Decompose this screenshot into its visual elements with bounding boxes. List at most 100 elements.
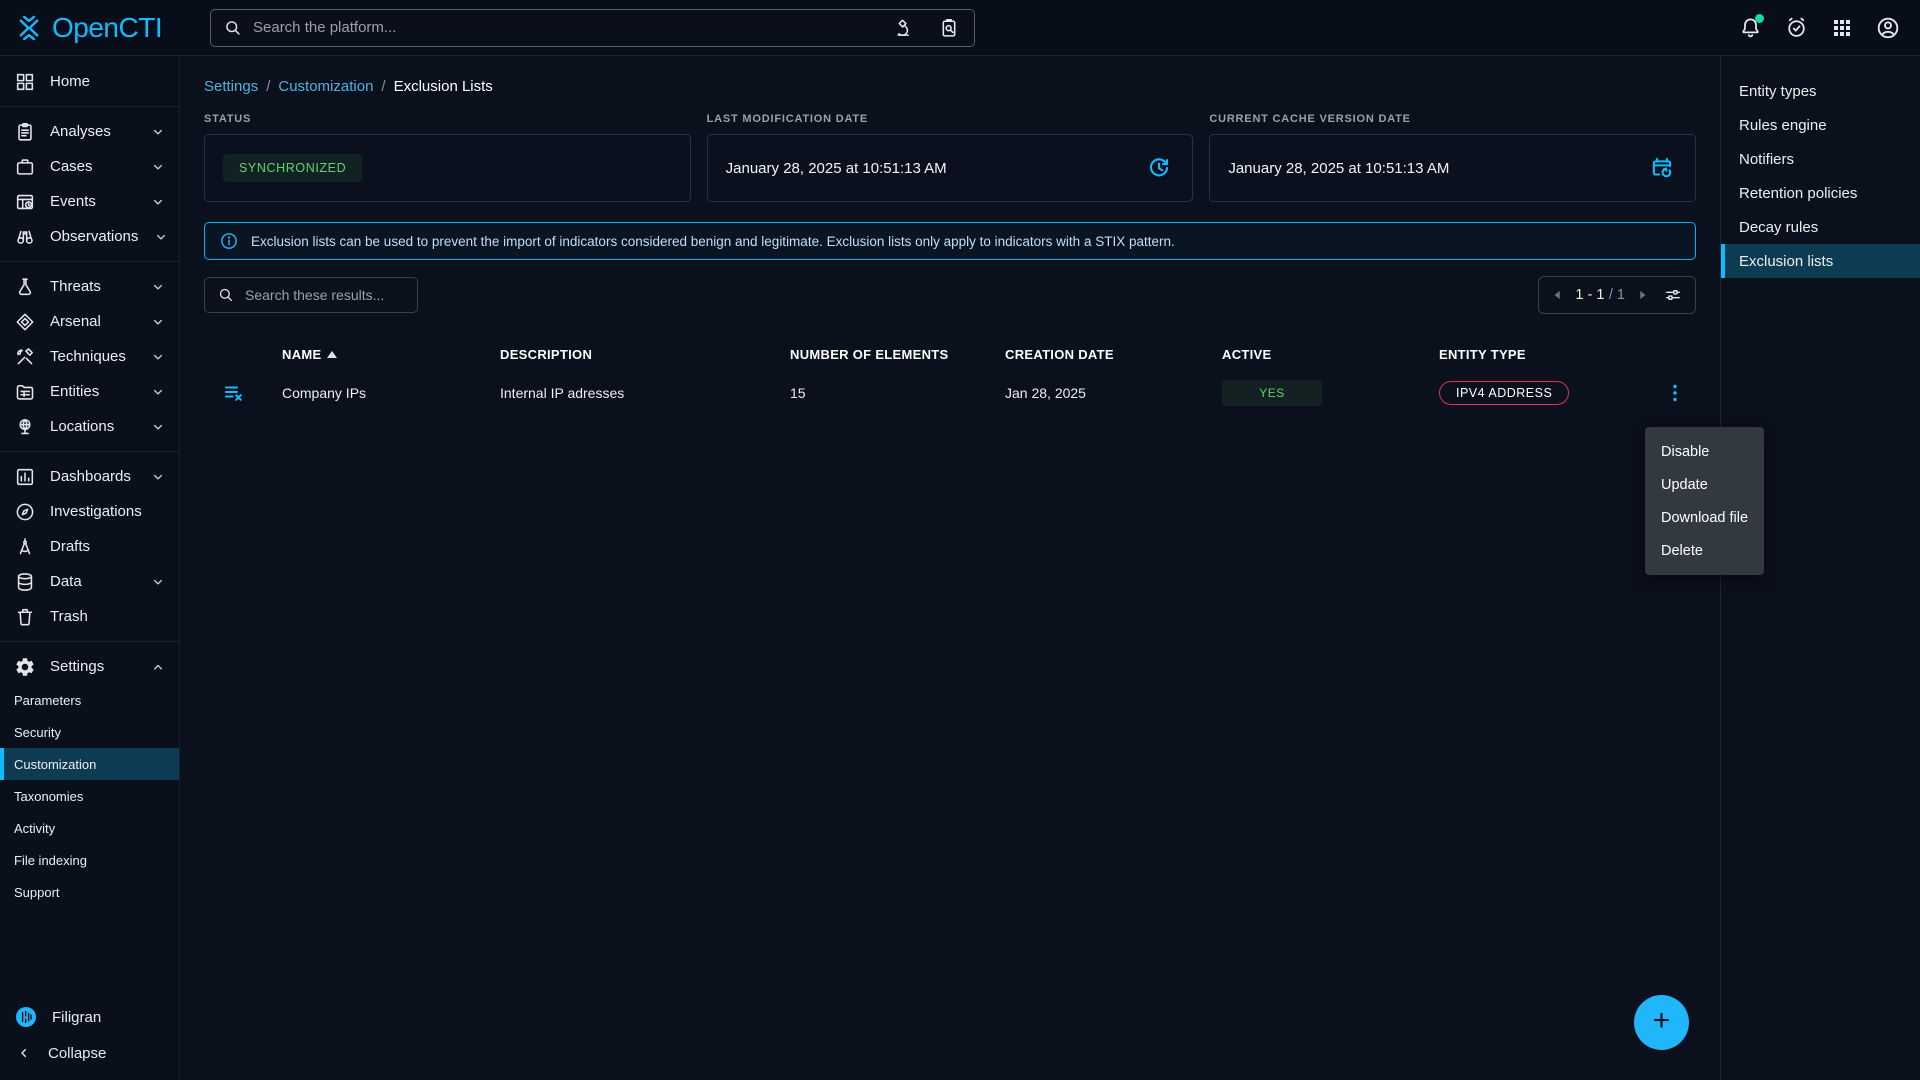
table-row[interactable]: Company IPs Internal IP adresses 15 Jan … [204, 368, 1696, 418]
collapse-label: Collapse [48, 1045, 106, 1062]
sidebar-item-label: Drafts [50, 538, 90, 555]
exclusion-lists-table: NAME DESCRIPTION NUMBER OF ELEMENTS CREA… [204, 340, 1696, 418]
sidebar-item-techniques[interactable]: Techniques [0, 339, 179, 374]
platform-search-input[interactable] [253, 19, 878, 36]
sidebar-item-data[interactable]: Data [0, 564, 179, 599]
notifications-bell-icon[interactable] [1736, 14, 1764, 42]
sidebar-item-settings[interactable]: Settings [0, 649, 179, 684]
menu-item-update[interactable]: Update [1645, 468, 1764, 501]
header-name[interactable]: NAME [282, 347, 500, 362]
sidebar-item-observations[interactable]: Observations [0, 219, 179, 254]
sidebar-subitem-taxonomies[interactable]: Taxonomies [0, 780, 179, 812]
drafts-icon [14, 536, 36, 558]
add-exclusion-list-fab[interactable]: + [1634, 995, 1689, 1050]
subitem-label: Support [14, 885, 60, 900]
microscope-icon[interactable] [888, 11, 922, 45]
right-nav-label: Exclusion lists [1739, 253, 1833, 270]
header-description[interactable]: DESCRIPTION [500, 347, 790, 362]
sidebar-item-label: Data [50, 573, 82, 590]
sidebar-item-threats[interactable]: Threats [0, 269, 179, 304]
filigran-logo-icon [14, 1005, 38, 1029]
right-nav-label: Retention policies [1739, 185, 1857, 202]
pagination-prev-icon[interactable] [1551, 288, 1565, 302]
right-nav-label: Entity types [1739, 83, 1817, 100]
sidebar-item-drafts[interactable]: Drafts [0, 529, 179, 564]
right-nav-label: Decay rules [1739, 219, 1818, 236]
alarm-check-icon[interactable] [1782, 14, 1810, 42]
sidebar-item-entities[interactable]: Entities [0, 374, 179, 409]
status-card-label: STATUS [204, 113, 691, 125]
exclusion-list-icon [222, 381, 246, 405]
header-creation-date[interactable]: CREATION DATE [1005, 347, 1222, 362]
sidebar-item-home[interactable]: Home [0, 64, 179, 99]
sidebar-item-dashboards[interactable]: Dashboards [0, 459, 179, 494]
header-label: ENTITY TYPE [1439, 347, 1526, 362]
sidebar-item-locations[interactable]: Locations [0, 409, 179, 444]
header-label: ACTIVE [1222, 347, 1271, 362]
cases-icon [14, 156, 36, 178]
sidebar-subitem-activity[interactable]: Activity [0, 812, 179, 844]
right-nav-decay-rules[interactable]: Decay rules [1721, 210, 1920, 244]
calendar-refresh-icon[interactable] [1647, 153, 1677, 183]
sidebar-item-label: Entities [50, 383, 99, 400]
cell-creation-date: Jan 28, 2025 [1005, 385, 1222, 401]
menu-item-download-file[interactable]: Download file [1645, 501, 1764, 534]
subitem-label: Customization [14, 757, 96, 772]
display-settings-icon[interactable] [1663, 285, 1683, 305]
sidebar-item-trash[interactable]: Trash [0, 599, 179, 634]
info-icon [219, 231, 239, 251]
sidebar-subitem-file-indexing[interactable]: File indexing [0, 844, 179, 876]
plus-icon: + [1653, 1006, 1671, 1036]
pagination-next-icon[interactable] [1635, 288, 1649, 302]
right-nav-rules-engine[interactable]: Rules engine [1721, 108, 1920, 142]
status-card-wrap: STATUS SYNCHRONIZED [204, 113, 691, 202]
clipboard-search-icon[interactable] [932, 11, 966, 45]
cache-version-value: January 28, 2025 at 10:51:13 AM [1228, 160, 1449, 177]
sidebar-item-analyses[interactable]: Analyses [0, 114, 179, 149]
sidebar-item-arsenal[interactable]: Arsenal [0, 304, 179, 339]
sidebar-subitem-parameters[interactable]: Parameters [0, 684, 179, 716]
row-kebab-menu-icon[interactable] [1663, 381, 1687, 405]
sidebar-item-label: Techniques [50, 348, 126, 365]
header-active[interactable]: ACTIVE [1222, 347, 1439, 362]
apps-grid-icon[interactable] [1828, 14, 1856, 42]
account-icon[interactable] [1874, 14, 1902, 42]
analyses-icon [14, 121, 36, 143]
opencti-logo[interactable]: OpenCTI [0, 11, 180, 45]
results-search-input[interactable] [245, 287, 405, 303]
breadcrumb-settings[interactable]: Settings [204, 78, 258, 95]
results-search[interactable] [204, 277, 418, 313]
header-label: NUMBER OF ELEMENTS [790, 347, 949, 362]
sidebar-item-events[interactable]: Events [0, 184, 179, 219]
sidebar-item-label: Threats [50, 278, 101, 295]
last-modification-label: LAST MODIFICATION DATE [707, 113, 1194, 125]
breadcrumb-separator: / [381, 78, 385, 95]
breadcrumb-customization[interactable]: Customization [278, 78, 373, 95]
menu-item-delete[interactable]: Delete [1645, 534, 1764, 567]
collapse-button[interactable]: Collapse [0, 1036, 179, 1070]
sidebar-item-cases[interactable]: Cases [0, 149, 179, 184]
main-content: Settings / Customization / Exclusion Lis… [180, 56, 1720, 1080]
header-number-of-elements[interactable]: NUMBER OF ELEMENTS [790, 347, 1005, 362]
sidebar-subitem-security[interactable]: Security [0, 716, 179, 748]
sidebar-item-investigations[interactable]: Investigations [0, 494, 179, 529]
chevron-down-icon [149, 313, 167, 331]
header-entity-type[interactable]: ENTITY TYPE [1439, 347, 1663, 362]
right-nav-notifiers[interactable]: Notifiers [1721, 142, 1920, 176]
sidebar-subitem-customization[interactable]: Customization [0, 748, 179, 780]
refresh-update-icon[interactable] [1144, 153, 1174, 183]
right-nav-retention-policies[interactable]: Retention policies [1721, 176, 1920, 210]
right-nav-entity-types[interactable]: Entity types [1721, 74, 1920, 108]
cache-version-label: CURRENT CACHE VERSION DATE [1209, 113, 1696, 125]
menu-item-disable[interactable]: Disable [1645, 435, 1764, 468]
cell-description: Internal IP adresses [500, 385, 790, 401]
arsenal-icon [14, 311, 36, 333]
search-icon [223, 18, 243, 38]
header-label: DESCRIPTION [500, 347, 592, 362]
sidebar-subitem-support[interactable]: Support [0, 876, 179, 908]
breadcrumb: Settings / Customization / Exclusion Lis… [204, 78, 1696, 95]
right-nav-exclusion-lists[interactable]: Exclusion lists [1721, 244, 1920, 278]
platform-search[interactable] [210, 9, 975, 47]
filigran-brand[interactable]: Filigran [0, 998, 179, 1036]
chevron-down-icon [149, 418, 167, 436]
